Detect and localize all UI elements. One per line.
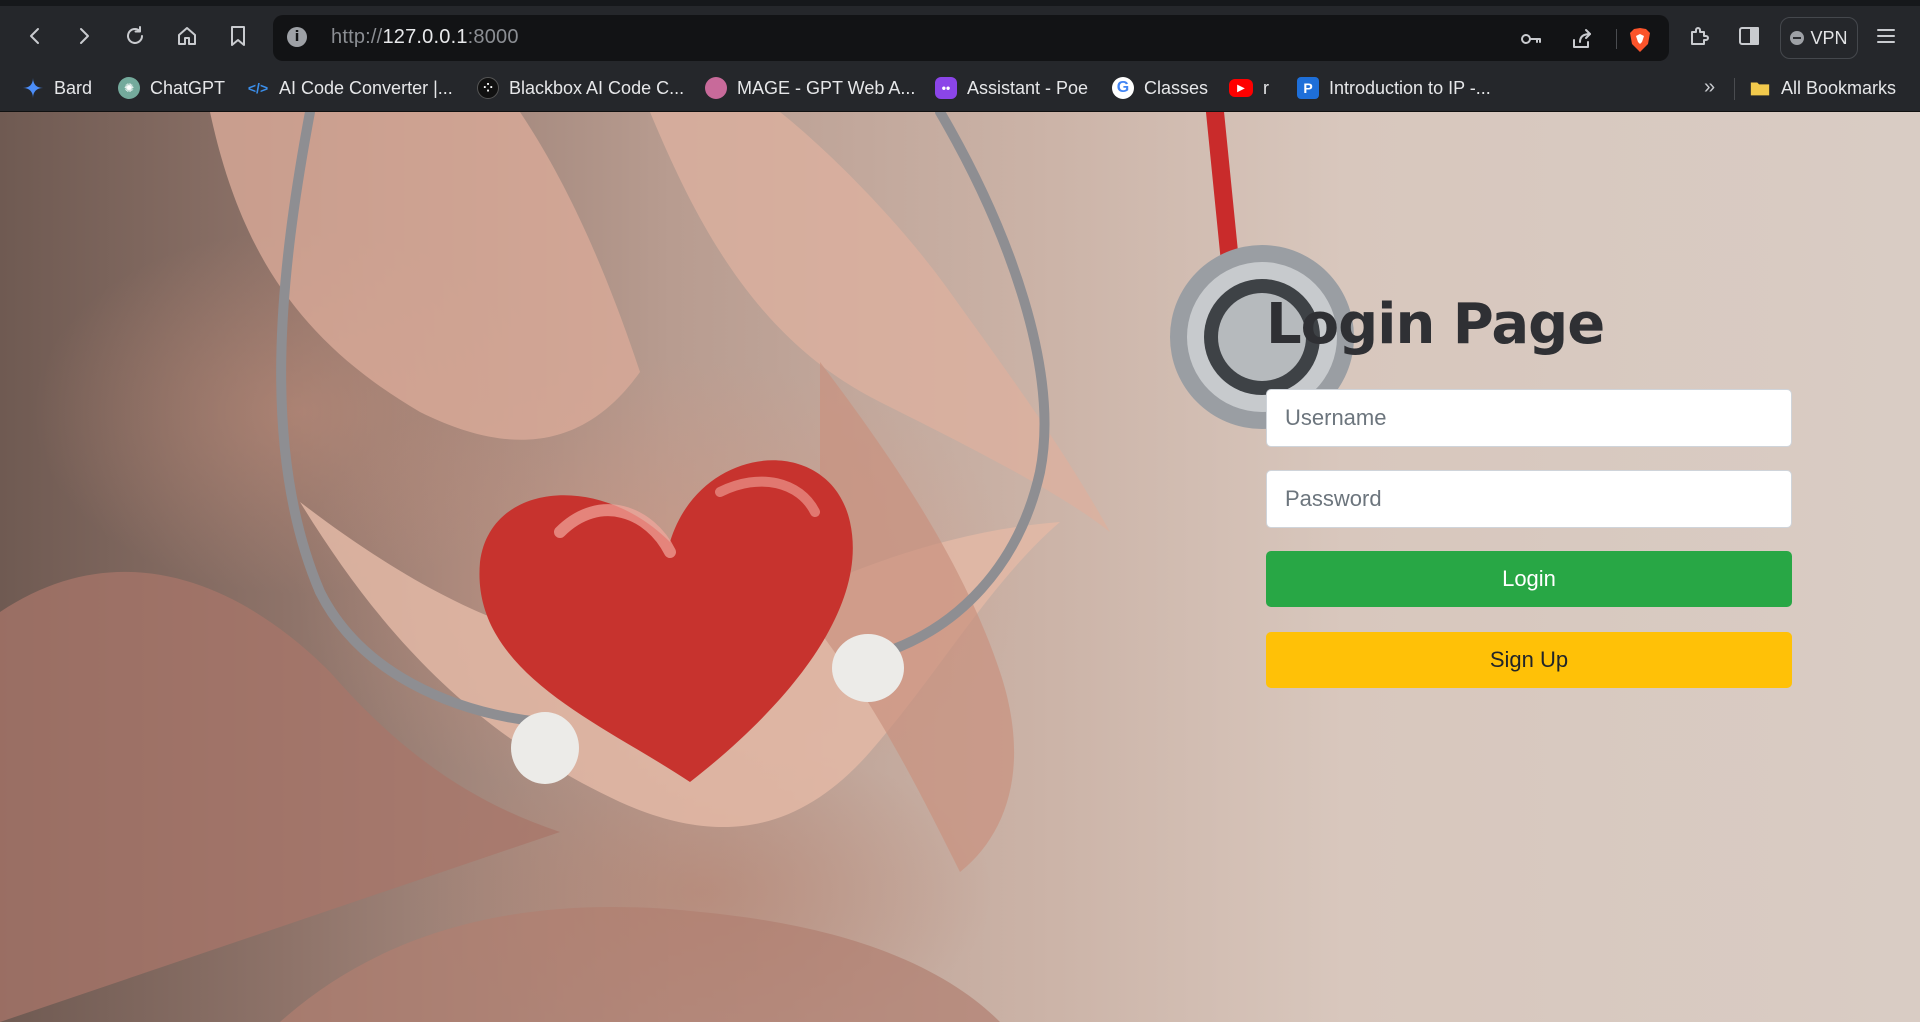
blackbox-icon: ⁘ bbox=[477, 77, 499, 99]
bookmark-youtube[interactable]: ▶ r bbox=[1229, 64, 1269, 112]
pearson-icon: P bbox=[1297, 77, 1319, 99]
menu-button[interactable] bbox=[1870, 20, 1902, 52]
hamburger-menu-icon bbox=[1877, 29, 1895, 43]
bookmarks-overflow-button[interactable]: » bbox=[1704, 76, 1715, 99]
sidebar-icon bbox=[1739, 27, 1759, 45]
extensions-button[interactable] bbox=[1683, 20, 1715, 52]
bookmark-button[interactable] bbox=[222, 20, 254, 52]
password-input[interactable] bbox=[1266, 470, 1792, 528]
vpn-button[interactable]: VPN bbox=[1780, 17, 1858, 59]
bookmark-poe[interactable]: •• Assistant - Poe bbox=[935, 64, 1088, 112]
browser-toolbar: i http://127.0.0.1:8000 VPN bbox=[0, 0, 1920, 64]
vpn-label: VPN bbox=[1810, 27, 1848, 48]
forward-arrow-icon bbox=[80, 28, 89, 44]
address-bar[interactable]: i http://127.0.0.1:8000 bbox=[273, 15, 1669, 61]
login-button[interactable]: Login bbox=[1266, 551, 1792, 607]
toolbar-divider bbox=[1616, 29, 1617, 49]
all-bookmarks-button[interactable]: All Bookmarks bbox=[1749, 64, 1896, 112]
puzzle-icon bbox=[1691, 27, 1709, 45]
home-icon bbox=[178, 27, 196, 45]
bookmark-bard[interactable]: Bard bbox=[22, 64, 92, 112]
key-icon bbox=[1521, 34, 1541, 44]
signup-button[interactable]: Sign Up bbox=[1266, 632, 1792, 688]
mage-icon bbox=[705, 77, 727, 99]
home-button[interactable] bbox=[171, 20, 203, 52]
bard-icon bbox=[22, 77, 44, 99]
username-input[interactable] bbox=[1266, 389, 1792, 447]
back-button[interactable] bbox=[19, 20, 51, 52]
page-title: Login Page bbox=[1266, 292, 1605, 357]
bookmark-ai-code-converter[interactable]: </> AI Code Converter |... bbox=[247, 64, 453, 112]
brave-shields-icon[interactable] bbox=[1628, 27, 1652, 53]
site-info-icon[interactable]: i bbox=[287, 27, 307, 47]
bookmark-icon bbox=[231, 26, 245, 46]
share-icon bbox=[1573, 29, 1591, 48]
back-arrow-icon bbox=[30, 28, 39, 44]
bookmarks-bar: Bard ✺ ChatGPT </> AI Code Converter |..… bbox=[0, 64, 1920, 112]
code-icon: </> bbox=[247, 80, 269, 96]
reload-button[interactable] bbox=[119, 20, 151, 52]
bookmark-mage[interactable]: MAGE - GPT Web A... bbox=[705, 64, 915, 112]
reload-icon bbox=[127, 26, 143, 44]
poe-icon: •• bbox=[935, 77, 957, 99]
login-form: Login Page Login Sign Up bbox=[1266, 292, 1792, 713]
url-text[interactable]: http://127.0.0.1:8000 bbox=[331, 26, 519, 49]
sidebar-toggle-button[interactable] bbox=[1733, 20, 1765, 52]
password-key-button[interactable] bbox=[1518, 26, 1544, 52]
bookmark-chatgpt[interactable]: ✺ ChatGPT bbox=[118, 64, 225, 112]
forward-button[interactable] bbox=[68, 20, 100, 52]
login-page: Login Page Login Sign Up bbox=[0, 112, 1920, 1022]
share-button[interactable] bbox=[1569, 26, 1595, 52]
bookmarks-divider bbox=[1734, 78, 1735, 100]
folder-icon bbox=[1750, 82, 1770, 96]
vpn-status-icon bbox=[1790, 31, 1805, 45]
bookmark-blackbox[interactable]: ⁘ Blackbox AI Code C... bbox=[477, 64, 684, 112]
bookmark-classes[interactable]: G Classes bbox=[1112, 64, 1208, 112]
youtube-icon: ▶ bbox=[1229, 79, 1253, 97]
google-icon: G bbox=[1112, 77, 1134, 99]
bookmark-introduction-to-ip[interactable]: P Introduction to IP -... bbox=[1297, 64, 1491, 112]
chatgpt-icon: ✺ bbox=[118, 77, 140, 99]
